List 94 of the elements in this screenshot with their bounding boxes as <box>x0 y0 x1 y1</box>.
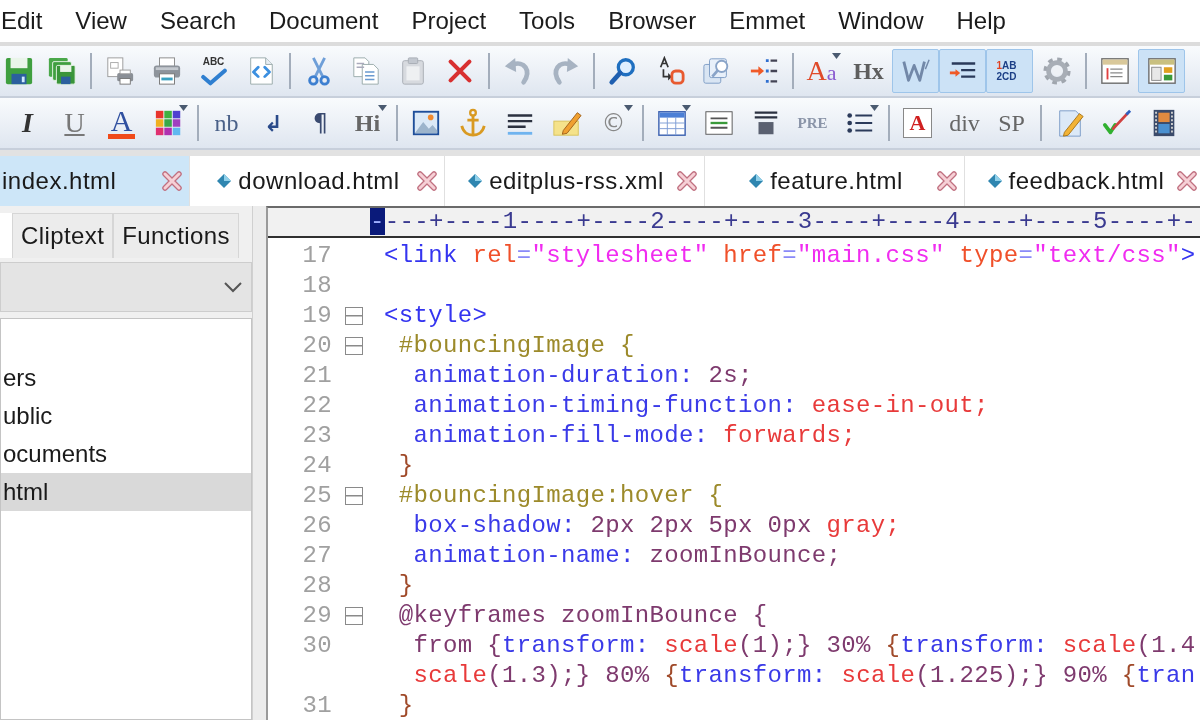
toolbar-button[interactable]: Hi <box>344 101 391 145</box>
code-line: #bouncingImage { <box>398 331 635 361</box>
menu-item[interactable]: Window <box>838 7 924 35</box>
table-icon <box>656 108 687 138</box>
caret-icon <box>624 105 633 111</box>
line-number: 23 <box>302 422 332 449</box>
code-line: animation-timing-function: ease-in-out; <box>413 391 989 421</box>
line-number: 21 <box>302 362 332 389</box>
menu-item[interactable]: Help <box>956 7 1006 35</box>
column-ruler: ----+----1----+----2----+----3----+----4----+----5----+- <box>370 208 1197 236</box>
toolbar-button[interactable]: ABC <box>190 49 237 93</box>
line-number: 17 <box>302 242 332 269</box>
file-list-item[interactable]: html <box>1 473 251 511</box>
toolbar-button[interactable]: Hx <box>845 49 892 93</box>
chevron-down-icon <box>223 281 243 293</box>
code-line: <link rel="stylesheet" href="main.css" type="text/css"> <box>384 241 1196 271</box>
file-list-item[interactable]: ers <box>1 359 251 397</box>
caret-icon <box>870 105 879 111</box>
copy-icon <box>350 56 381 86</box>
code-line: } <box>398 691 414 720</box>
collapse-icon[interactable] <box>345 487 363 505</box>
toolbar-button[interactable]: div <box>941 101 988 145</box>
code-line: animation-name: zoomInBounce; <box>413 541 842 571</box>
printer-icon <box>151 56 182 86</box>
code-line: #bouncingImage:hover { <box>398 481 724 511</box>
toolbar-button[interactable]: ¶ <box>297 101 344 145</box>
file-tab[interactable]: feedback.html <box>965 156 1200 206</box>
form-icon <box>703 108 734 138</box>
toolbar-button[interactable]: nb <box>203 101 250 145</box>
close-icon[interactable] <box>676 170 698 192</box>
file-list-item[interactable]: ublic <box>1 397 251 435</box>
menu-item[interactable]: Search <box>159 7 236 35</box>
line-number: 19 <box>302 302 332 329</box>
checkmark-icon <box>198 67 229 86</box>
code-line: animation-fill-mode: forwards; <box>413 421 857 451</box>
code-line: box-shadow: 2px 2px 5px 0px gray; <box>413 511 901 541</box>
toolbar-button[interactable]: 1AB 2CD <box>986 49 1033 93</box>
toolbar-button[interactable]: A <box>98 101 145 145</box>
caret-icon <box>378 105 387 111</box>
close-icon[interactable] <box>416 170 438 192</box>
toolbar-button[interactable]: Aa <box>798 49 845 93</box>
menu-item[interactable]: Emmet <box>729 7 806 35</box>
line-number: 28 <box>302 572 332 599</box>
code-line: } <box>398 451 414 481</box>
print-preview-icon <box>104 56 135 86</box>
menu-item[interactable]: Edit <box>1 7 43 35</box>
panel-tab[interactable]: Cliptext <box>12 213 114 258</box>
toolbar-button[interactable]: U <box>51 101 98 145</box>
numbered-list-icon <box>748 56 779 86</box>
line-number: 30 <box>302 632 332 659</box>
file-tab[interactable]: index.html <box>0 156 190 206</box>
layout-icon <box>1146 56 1177 86</box>
close-icon[interactable] <box>936 170 958 192</box>
close-icon[interactable] <box>161 170 183 192</box>
line-number: 18 <box>302 272 332 299</box>
gear-icon <box>1041 56 1072 86</box>
search-icon <box>607 56 638 86</box>
line-number: 29 <box>302 602 332 629</box>
line-number: 22 <box>302 392 332 419</box>
caret-icon <box>832 53 841 59</box>
line-number: 31 <box>302 692 332 719</box>
caret-icon <box>179 105 188 111</box>
line-number: 27 <box>302 542 332 569</box>
file-list-item[interactable]: ocuments <box>1 435 251 473</box>
collapse-icon[interactable] <box>345 607 363 625</box>
menu-item[interactable]: Tools <box>519 7 576 35</box>
line-number: 24 <box>302 452 332 479</box>
toolbar-button[interactable]: SP <box>988 101 1035 145</box>
line-number: 25 <box>302 482 332 509</box>
menu-item[interactable]: View <box>75 7 127 35</box>
floppy-disks-icon <box>46 56 77 86</box>
code-line: <style> <box>384 301 488 331</box>
toolbar-button[interactable]: I <box>4 101 51 145</box>
code-line: } <box>398 571 414 601</box>
line-number: 20 <box>302 332 332 359</box>
line-number: 26 <box>302 512 332 539</box>
menu-item[interactable]: Project <box>411 7 487 35</box>
picture-icon <box>410 108 441 138</box>
toolbar-button[interactable]: A <box>894 101 941 145</box>
caret-icon <box>682 105 691 111</box>
collapse-icon[interactable] <box>345 337 363 355</box>
close-icon[interactable] <box>1176 170 1198 192</box>
toolbar-button[interactable]: ↲ <box>250 101 297 145</box>
menu-item[interactable]: Browser <box>608 7 697 35</box>
collapse-icon[interactable] <box>345 307 363 325</box>
code-line: animation-duration: 2s; <box>413 361 753 391</box>
panel-tab[interactable]: Functions <box>113 213 239 258</box>
window-icon <box>1099 56 1130 86</box>
code-line: from {transform: scale(1);} 30% {transform: scale(1.4 <box>413 631 1196 661</box>
code-line: @keyframes zoomInBounce { <box>398 601 768 631</box>
code-line: scale(1.3);} 80% {transform: scale(1.225);} 90% {tran <box>413 661 1196 691</box>
menu-item[interactable]: Document <box>269 7 379 35</box>
toolbar-button[interactable] <box>939 49 986 93</box>
anchor-icon <box>457 108 488 138</box>
